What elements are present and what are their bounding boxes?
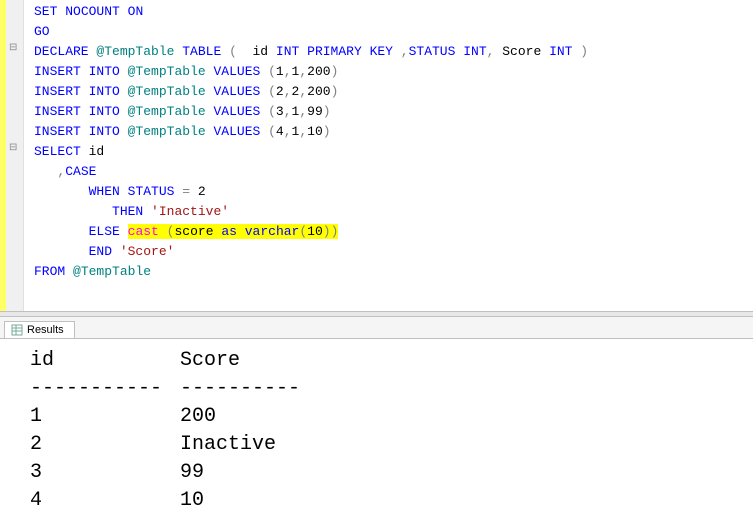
col-header: Score — [180, 347, 380, 375]
code-area[interactable]: SET NOCOUNT ON GO DECLARE @TempTable TAB… — [24, 0, 588, 311]
code-line: INSERT INTO @TempTable VALUES (2,2,200) — [34, 82, 588, 102]
results-content[interactable]: id Score ----------- ---------- 1 200 2 … — [0, 339, 753, 515]
cell: 4 — [30, 487, 180, 515]
tab-results[interactable]: Results — [4, 321, 75, 338]
editor-gutter: ⊟ ⊟ — [6, 0, 24, 311]
collapse-icon[interactable]: ⊟ — [9, 142, 17, 153]
code-line: FROM @TempTable — [34, 262, 588, 282]
col-sep: ----------- — [30, 375, 180, 403]
code-line: INSERT INTO @TempTable VALUES (3,1,99) — [34, 102, 588, 122]
code-line: SET NOCOUNT ON — [34, 2, 588, 22]
table-row: 1 200 — [30, 403, 753, 431]
col-header: id — [30, 347, 180, 375]
code-line: WHEN STATUS = 2 — [34, 182, 588, 202]
code-line: GO — [34, 22, 588, 42]
code-line: END 'Score' — [34, 242, 588, 262]
cell: 10 — [180, 487, 380, 515]
results-separator-row: ----------- ---------- — [30, 375, 753, 403]
collapse-icon[interactable]: ⊟ — [9, 42, 17, 53]
code-line: INSERT INTO @TempTable VALUES (1,1,200) — [34, 62, 588, 82]
cell: 3 — [30, 459, 180, 487]
cell: 2 — [30, 431, 180, 459]
cell: 1 — [30, 403, 180, 431]
code-line: INSERT INTO @TempTable VALUES (4,1,10) — [34, 122, 588, 142]
cell: 200 — [180, 403, 380, 431]
code-line: THEN 'Inactive' — [34, 202, 588, 222]
sql-editor-pane: ⊟ ⊟ SET NOCOUNT ON GO DECLARE @TempTable… — [0, 0, 753, 311]
code-line: SELECT id — [34, 142, 588, 162]
cell: 99 — [180, 459, 380, 487]
results-tab-bar: Results — [0, 317, 753, 339]
table-row: 2 Inactive — [30, 431, 753, 459]
results-header-row: id Score — [30, 347, 753, 375]
cell: Inactive — [180, 431, 380, 459]
results-tab-label: Results — [27, 324, 64, 336]
code-line: ELSE cast (score as varchar(10)) — [34, 222, 588, 242]
code-line: DECLARE @TempTable TABLE ( id INT PRIMAR… — [34, 42, 588, 62]
col-sep: ---------- — [180, 375, 380, 403]
code-line: ,CASE — [34, 162, 588, 182]
results-icon — [11, 324, 23, 336]
table-row: 3 99 — [30, 459, 753, 487]
table-row: 4 10 — [30, 487, 753, 515]
